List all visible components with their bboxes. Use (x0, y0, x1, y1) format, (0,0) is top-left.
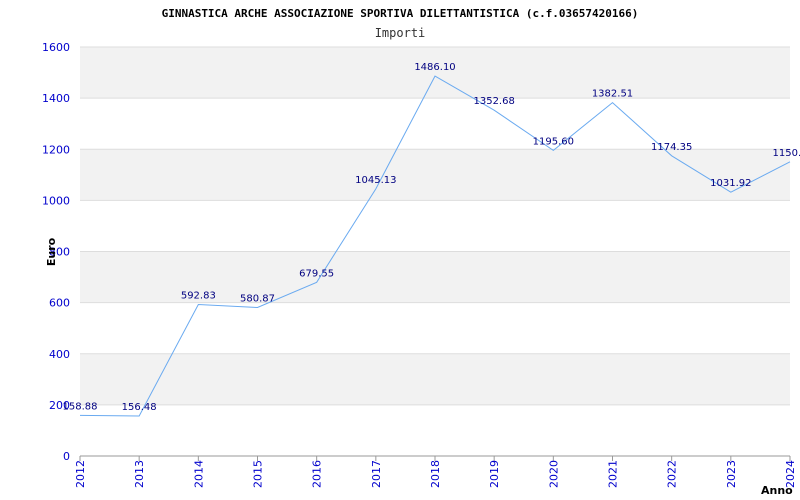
chart-title: GINNASTICA ARCHE ASSOCIAZIONE SPORTIVA D… (162, 7, 639, 20)
x-tick-label: 2012 (74, 460, 87, 488)
x-tick-label: 2016 (311, 460, 324, 488)
x-tick-label: 2019 (488, 460, 501, 488)
chart: GINNASTICA ARCHE ASSOCIAZIONE SPORTIVA D… (42, 7, 800, 497)
data-label: 158.88 (63, 401, 98, 412)
data-label: 1031.92 (710, 178, 751, 189)
x-tick-label: 2020 (547, 460, 560, 488)
data-label: 592.83 (181, 290, 216, 301)
data-label: 580.87 (240, 294, 275, 305)
data-label: 1195.60 (533, 136, 574, 147)
y-axis-label: Euro (45, 237, 58, 266)
x-axis-ticks: 2012 2013 2014 2015 2016 2017 2018 2019 2020 2021… (74, 456, 797, 488)
x-tick-label: 2017 (370, 460, 383, 488)
y-tick-label: 600 (49, 297, 70, 310)
y-tick-label: 0 (63, 450, 70, 463)
x-tick-label: 2015 (252, 460, 265, 488)
x-tick-label: 2022 (666, 460, 679, 488)
grid-band (80, 200, 790, 252)
x-tick-label: 2021 (607, 460, 620, 488)
data-label: 679.55 (299, 268, 334, 279)
data-label: 1486.10 (414, 62, 455, 73)
data-label: 1045.13 (355, 175, 396, 186)
y-tick-label: 1400 (42, 92, 70, 105)
x-tick-label: 2018 (429, 460, 442, 488)
grid-band (80, 302, 790, 354)
grid-band (80, 149, 790, 201)
chart-subtitle: Importi (375, 26, 426, 40)
background-bands (80, 46, 790, 457)
data-label: 1352.68 (473, 96, 514, 107)
grid-band (80, 404, 790, 456)
y-tick-label: 400 (49, 348, 70, 361)
x-tick-label: 2014 (192, 460, 205, 488)
data-label: 156.48 (122, 402, 157, 413)
data-label: 1382.51 (592, 89, 633, 100)
y-tick-label: 1600 (42, 41, 70, 54)
data-label: 1150.9 (773, 148, 800, 159)
y-tick-label: 1000 (42, 194, 70, 207)
y-tick-label: 1200 (42, 143, 70, 156)
x-axis-label: Anno (761, 484, 793, 497)
data-label: 1174.35 (651, 142, 692, 153)
grid-band (80, 353, 790, 405)
x-tick-label: 2023 (725, 460, 738, 488)
x-tick-label: 2013 (133, 460, 146, 488)
